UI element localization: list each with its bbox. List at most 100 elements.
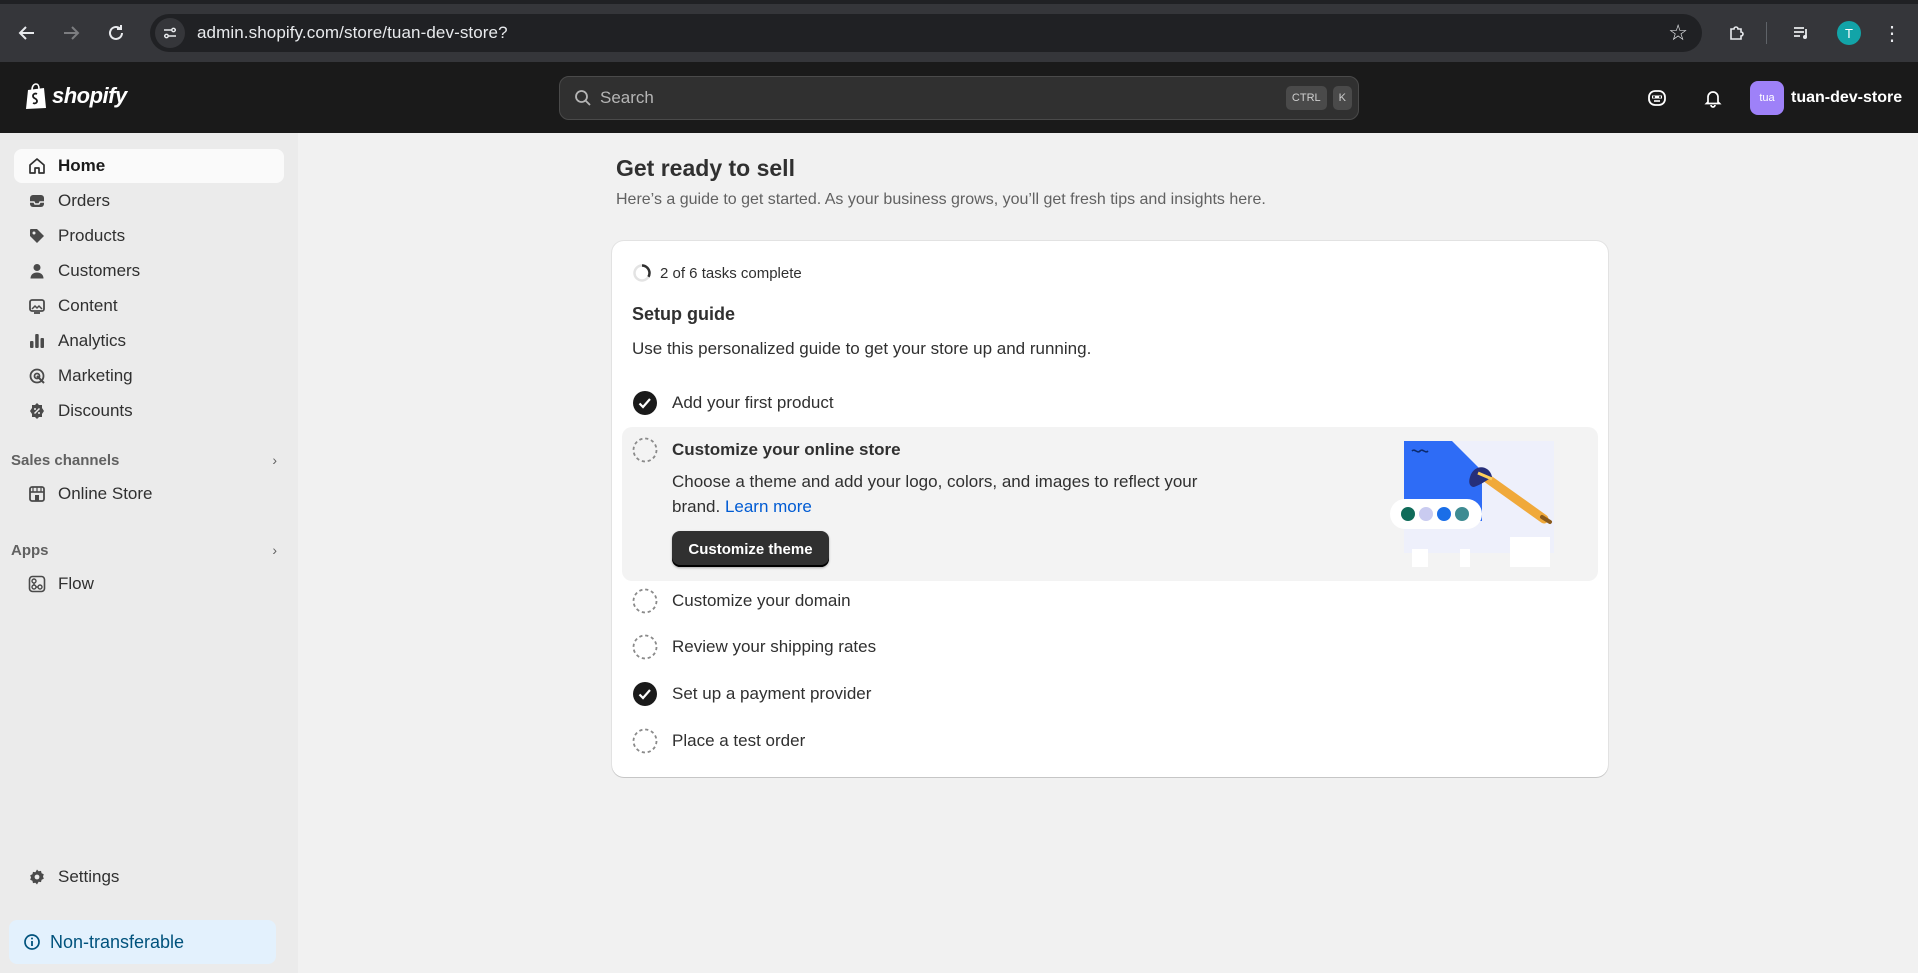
puzzle-icon: [1730, 26, 1744, 40]
chevron-right-icon: ›: [272, 452, 277, 468]
sidebar-item-flow[interactable]: Flow: [14, 567, 284, 601]
sidebar-item-label: Flow: [58, 574, 94, 593]
address-bar[interactable]: admin.shopify.com/store/tuan-dev-store? …: [150, 14, 1702, 52]
apps-header[interactable]: Apps ›: [11, 537, 287, 563]
sales-channels-header[interactable]: Sales channels ›: [11, 447, 287, 473]
setup-guide-description: Use this personalized guide to get your …: [632, 339, 1092, 358]
sidebar-item-label: Home: [58, 156, 106, 175]
search-bar[interactable]: CTRL K: [559, 76, 1359, 120]
sidebar-item-discounts[interactable]: Discounts: [14, 394, 284, 428]
extensions-button[interactable]: [1722, 18, 1752, 48]
chevron-right-icon: ›: [272, 542, 277, 558]
store-menu-button[interactable]: tua tuan-dev-store: [1750, 76, 1902, 120]
reload-button[interactable]: [101, 18, 131, 48]
tab-strip: [0, 0, 1918, 4]
target-icon: [27, 366, 47, 386]
shortcut-key-k: K: [1332, 86, 1352, 110]
home-icon: [27, 156, 47, 176]
empty-circle-icon: [632, 588, 658, 614]
sidebar-item-label: Content: [58, 296, 118, 315]
kebab-menu-icon: ⋮: [1882, 22, 1902, 45]
empty-circle-icon: [632, 634, 658, 660]
task-label: Customize your domain: [672, 591, 851, 610]
sidebar-item-analytics[interactable]: Analytics: [14, 324, 284, 358]
tune-icon: [164, 27, 176, 39]
storefront-icon: [27, 484, 47, 504]
page-subtitle: Here’s a guide to get started. As your b…: [616, 191, 1266, 208]
task-customize-store-title[interactable]: Customize your online store: [672, 440, 901, 460]
non-transferable-banner[interactable]: Non-transferable: [9, 920, 276, 964]
discount-icon: [27, 401, 47, 421]
shopify-logo[interactable]: shopify: [24, 82, 127, 110]
toolbar-divider: [1766, 22, 1767, 44]
checkmark-circle-icon: [633, 682, 657, 706]
task-customize-domain[interactable]: Customize your domain: [632, 586, 851, 616]
bar-chart-icon: [27, 331, 47, 351]
sidebar-item-settings[interactable]: Settings: [14, 860, 284, 894]
sales-channels-label: Sales channels: [11, 451, 120, 469]
sidebar-item-label: Analytics: [58, 331, 127, 350]
search-icon: [575, 90, 591, 106]
bell-icon: [1704, 91, 1722, 108]
task-review-shipping[interactable]: Review your shipping rates: [632, 632, 876, 662]
profile-button[interactable]: T: [1834, 18, 1864, 48]
forward-button[interactable]: [56, 18, 86, 48]
browser-menu-button[interactable]: ⋮: [1880, 18, 1904, 48]
task-label: Add your first product: [672, 393, 834, 412]
sidebar-item-label: Customers: [58, 261, 141, 280]
store-name: tuan-dev-store: [1791, 89, 1903, 106]
task-customize-store-expanded: Customize your online store Choose a the…: [622, 427, 1598, 581]
page-title: Get ready to sell: [616, 155, 795, 181]
setup-guide-card: 2 of 6 tasks complete Setup guide Use th…: [612, 241, 1608, 777]
site-info-button[interactable]: [155, 18, 185, 48]
info-icon: [24, 934, 40, 950]
gear-icon: [27, 867, 47, 887]
flow-app-icon: [27, 574, 47, 594]
customize-theme-button[interactable]: Customize theme: [672, 531, 829, 567]
browser-toolbar: admin.shopify.com/store/tuan-dev-store? …: [0, 0, 1918, 62]
progress-ring-icon: [633, 264, 651, 282]
task-customize-store-description: Choose a theme and add your logo, colors…: [672, 469, 1232, 519]
shortcut-key-ctrl: CTRL: [1285, 86, 1327, 110]
shopify-bag-icon: [26, 83, 46, 109]
sidebar-item-label: Orders: [58, 191, 110, 210]
sidebar: Home Orders Products Customers Content A…: [0, 133, 298, 973]
person-icon: [27, 261, 47, 281]
arrow-right-icon: [64, 26, 80, 40]
sidebar-item-home[interactable]: Home: [14, 149, 284, 183]
task-label: Place a test order: [672, 731, 806, 750]
non-transferable-label: Non-transferable: [50, 931, 185, 952]
sidebar-item-marketing[interactable]: Marketing: [14, 359, 284, 393]
media-button[interactable]: [1786, 18, 1816, 48]
task-test-order[interactable]: Place a test order: [632, 726, 805, 756]
reload-icon: [109, 25, 123, 40]
learn-more-link[interactable]: Learn more: [725, 497, 812, 516]
notifications-button[interactable]: [1699, 84, 1727, 112]
bookmark-star-icon[interactable]: ☆: [1668, 20, 1688, 46]
sidebar-item-label: Products: [58, 226, 126, 245]
search-input[interactable]: [600, 88, 1286, 108]
task-payment-provider[interactable]: Set up a payment provider: [632, 679, 871, 709]
setup-guide-title: Setup guide: [632, 304, 735, 324]
playlist-icon: [1794, 27, 1807, 39]
sidebar-item-orders[interactable]: Orders: [14, 184, 284, 218]
profile-avatar: T: [1837, 21, 1861, 45]
empty-circle-icon: [632, 728, 658, 754]
task-add-product[interactable]: Add your first product: [632, 388, 834, 418]
url-text[interactable]: admin.shopify.com/store/tuan-dev-store?: [197, 23, 508, 43]
sidebar-item-content[interactable]: Content: [14, 289, 284, 323]
sidebar-item-customers[interactable]: Customers: [14, 254, 284, 288]
admin-header: shopify CTRL K tua tuan-dev-store: [0, 62, 1918, 133]
tag-icon: [27, 226, 47, 246]
sidebar-item-products[interactable]: Products: [14, 219, 284, 253]
checkmark-circle-icon: [633, 391, 657, 415]
sidekick-icon: [1648, 90, 1666, 106]
sidebar-item-online-store[interactable]: Online Store: [14, 477, 284, 511]
theme-illustration: [1390, 441, 1554, 567]
empty-circle-icon[interactable]: [632, 437, 658, 463]
store-avatar: tua: [1750, 81, 1784, 115]
back-button[interactable]: [12, 18, 42, 48]
sidebar-item-label: Online Store: [58, 484, 153, 503]
image-icon: [27, 296, 47, 316]
sidekick-button[interactable]: [1643, 84, 1671, 112]
